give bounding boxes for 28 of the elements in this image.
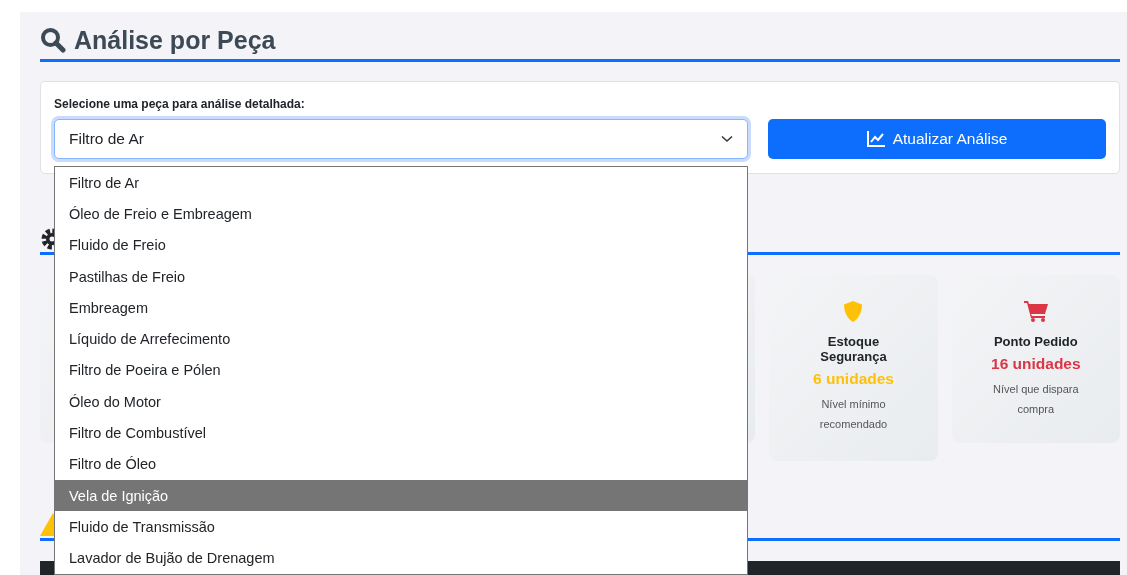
metric-title: Estoque Segurança xyxy=(819,334,888,364)
dropdown-option[interactable]: Óleo de Freio e Embreagem xyxy=(55,198,747,230)
search-icon xyxy=(40,27,66,53)
dropdown-option[interactable]: Filtro de Ar xyxy=(55,167,747,199)
dropdown-option[interactable]: Lavador de Bujão de Drenagem xyxy=(55,542,747,574)
dropdown-option[interactable]: Fluido de Freio xyxy=(55,229,747,261)
dropdown-option[interactable]: Filtro de Poeira e Pólen xyxy=(55,354,747,387)
metric-title: Ponto Pedido xyxy=(993,334,1078,349)
shield-icon xyxy=(843,301,864,322)
dropdown-option[interactable]: Embreagem xyxy=(55,292,747,324)
cart-icon xyxy=(1023,301,1048,322)
page-title: Análise por Peça xyxy=(74,25,276,55)
dropdown-option[interactable]: Pastilhas de Freio xyxy=(55,260,747,293)
dropdown-option[interactable]: Vela de Ignição xyxy=(55,479,747,512)
update-button[interactable]: Atualizar Análise xyxy=(768,119,1106,159)
chart-icon xyxy=(866,131,885,147)
part-select[interactable]: Filtro de Ar xyxy=(54,119,748,159)
metric-note: Nível que dispara compra xyxy=(992,382,1080,417)
metric-value: 16 unidades xyxy=(991,355,1081,373)
dropdown-option[interactable]: Filtro de Combustível xyxy=(55,417,747,449)
dropdown-option[interactable]: Líquido de Arrefecimento xyxy=(55,323,747,355)
dropdown-option[interactable]: Fluido de Transmissão xyxy=(55,511,747,543)
metric-value: 6 unidades xyxy=(813,370,894,388)
dropdown-option[interactable]: Filtro de Óleo xyxy=(55,448,747,480)
chevron-icon xyxy=(721,135,733,143)
dropdown-option[interactable]: Óleo do Motor xyxy=(55,386,747,418)
metric-note: Nível mínimo recomendado xyxy=(818,397,889,432)
field-label: Selecione uma peça para análise detalhada: xyxy=(54,97,306,111)
